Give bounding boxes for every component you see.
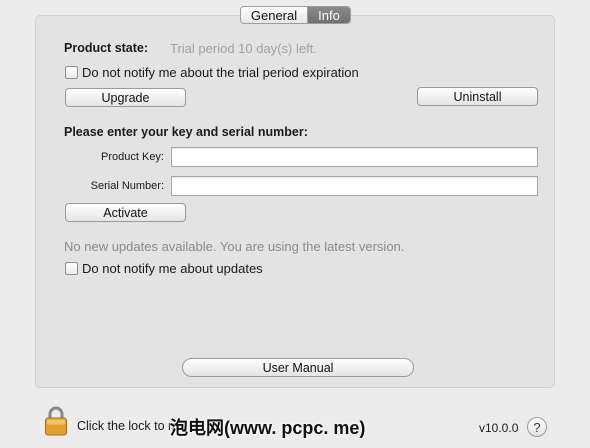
product-key-label: Product Key: bbox=[101, 151, 164, 163]
update-status-text: No new updates available. You are using … bbox=[64, 239, 405, 254]
lock-text: Click the lock to m bbox=[77, 419, 179, 433]
help-icon[interactable]: ? bbox=[527, 417, 547, 437]
key-section-heading: Please enter your key and serial number: bbox=[64, 125, 308, 139]
trial-notify-checkbox[interactable] bbox=[65, 66, 78, 79]
trial-notify-label[interactable]: Do not notify me about the trial period … bbox=[82, 65, 359, 80]
uninstall-button[interactable]: Uninstall bbox=[417, 87, 538, 106]
user-manual-button[interactable]: User Manual bbox=[182, 358, 414, 377]
updates-notify-checkbox[interactable] bbox=[65, 262, 78, 275]
upgrade-button[interactable]: Upgrade bbox=[65, 88, 186, 107]
info-panel: Product state: Trial period 10 day(s) le… bbox=[35, 15, 555, 388]
serial-number-label: Serial Number: bbox=[90, 180, 164, 192]
tab-bar: General Info bbox=[240, 6, 351, 24]
product-state-label: Product state: bbox=[64, 41, 149, 55]
activate-button[interactable]: Activate bbox=[65, 203, 186, 222]
version-label: v10.0.0 bbox=[479, 421, 519, 435]
updates-notify-label[interactable]: Do not notify me about updates bbox=[82, 261, 263, 276]
serial-number-field[interactable] bbox=[171, 176, 538, 196]
product-key-field[interactable] bbox=[171, 147, 538, 167]
product-state-value: Trial period 10 day(s) left. bbox=[170, 41, 317, 56]
tab-general[interactable]: General bbox=[241, 7, 308, 23]
tab-info[interactable]: Info bbox=[308, 7, 350, 23]
lock-icon[interactable] bbox=[44, 406, 68, 436]
watermark: 泡电网(www. pcpc. me) bbox=[170, 418, 366, 438]
